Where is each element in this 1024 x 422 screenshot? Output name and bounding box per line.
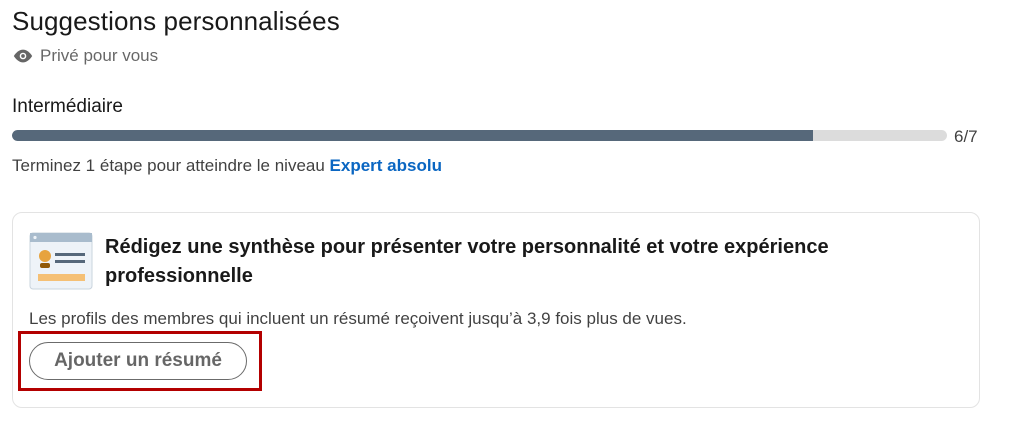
suggestions-panel: Suggestions personnalisées Privé pour vo… xyxy=(0,0,1024,422)
suggestion-description: Les profils des membres qui incluent un … xyxy=(29,309,687,328)
suggestion-heading: Rédigez une synthèse pour présenter votr… xyxy=(105,236,829,287)
section-title: Suggestions personnalisées xyxy=(12,6,340,36)
next-level-link[interactable]: Expert absolu xyxy=(330,156,442,175)
suggestion-card: Rédigez une synthèse pour présenter votr… xyxy=(12,212,980,408)
level-label: Intermédiaire xyxy=(12,96,123,117)
progress-bar-fill xyxy=(12,130,814,141)
privacy-label: Privé pour vous xyxy=(40,46,159,65)
add-summary-button[interactable]: Ajouter un résumé xyxy=(29,342,247,380)
next-level-text: Terminez 1 étape pour atteindre le nivea… xyxy=(12,156,442,176)
privacy-indicator: Privé pour vous xyxy=(12,46,158,66)
next-level-prefix: Terminez 1 étape pour atteindre le nivea… xyxy=(12,156,325,175)
progress-bar xyxy=(12,130,947,141)
profile-card-illustration-icon xyxy=(29,232,93,290)
progress-count: 6/7 xyxy=(954,127,978,146)
eye-icon xyxy=(13,49,33,63)
